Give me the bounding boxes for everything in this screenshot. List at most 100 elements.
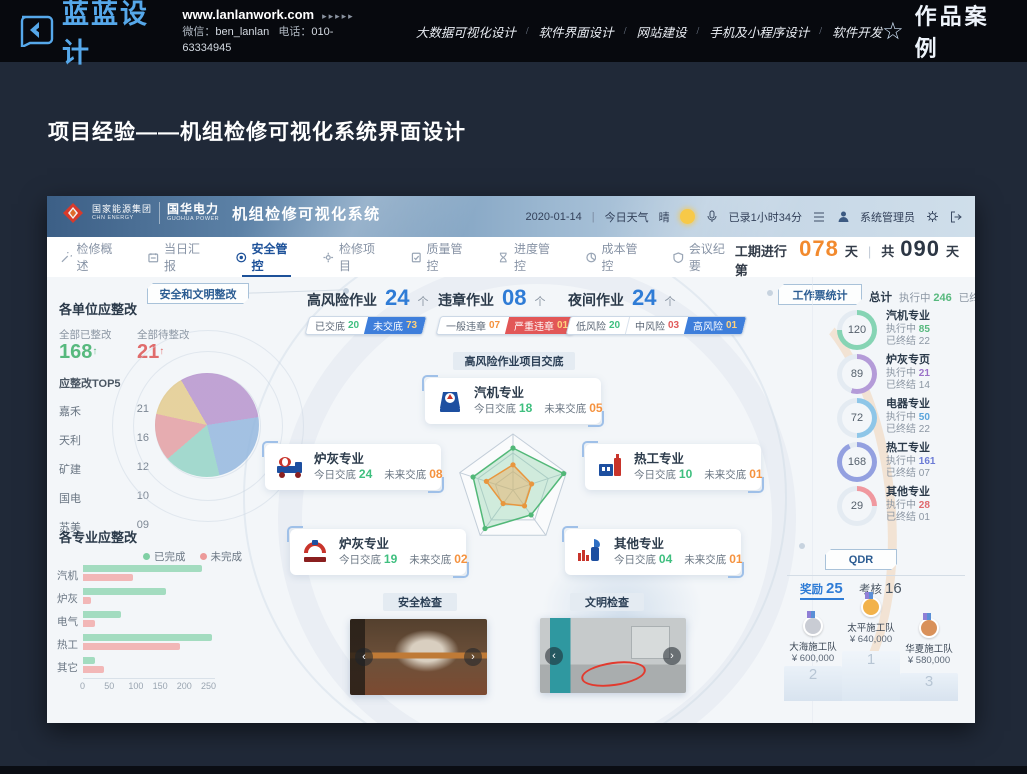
done-label: 全部已整改 (59, 327, 112, 342)
top5-row: 国电10 (59, 490, 149, 506)
safety-civilization-badge: 安全和文明整改 (147, 283, 249, 304)
gold-medal-icon (861, 597, 881, 617)
red-circle-annotation (580, 657, 648, 689)
tab-meeting-minutes[interactable]: 会议纪要 (673, 237, 734, 277)
podium-second: 大海施工队 ¥ 600,000 (784, 616, 842, 664)
arrows-deco: ▸▸▸▸▸ (322, 11, 355, 21)
wechat-value: ben_lanlan (215, 26, 269, 38)
units-rectify-title: 各单位应整改 (59, 299, 137, 318)
site-logo[interactable]: 蓝蓝设计 (18, 0, 166, 70)
tab-progress-control[interactable]: 进度管控 (498, 237, 559, 277)
bar-row: 其它 (83, 657, 213, 673)
tab-daily-report[interactable]: 当日汇报 (148, 237, 209, 277)
bar-legend: 已完成 未完成 (143, 549, 242, 564)
card-thermal: 热工专业 今日交底 10未来交底 01 (585, 444, 761, 490)
done-value: 168↑ (59, 341, 97, 364)
ticket-row-turbine: 120 汽机专业 执行中 85 已终结 22 (837, 310, 972, 350)
current-day: 078 (799, 236, 839, 262)
prev-arrow-button[interactable]: ‹ (545, 647, 563, 665)
scale-icon (435, 386, 465, 416)
ticket-row-ash: 89 炉灰专页 执行中 21 已终结 14 (837, 354, 972, 394)
valve-icon (300, 537, 330, 567)
weather-value: 晴 (659, 209, 670, 225)
service-item: 大数据可视化设计 (416, 22, 516, 41)
services-list: 大数据可视化设计/ 软件界面设计/ 网站建设/ 手机及小程序设计/ 软件开发 (416, 22, 882, 41)
user-icon (836, 210, 850, 224)
ticket-row-electric: 72 电器专业 执行中 50 已终结 22 (837, 398, 972, 438)
card-turbine: 汽机专业 今日交底 18未来交底 05 (425, 378, 601, 424)
site-header: 蓝蓝设计 www.lanlanwork.com▸▸▸▸▸ 微信：ben_lanl… (0, 0, 1027, 62)
reward-podium: 大海施工队 ¥ 600,000 太平施工队 ¥ 640,000 华夏施工队 ¥ … (777, 595, 965, 701)
brand-divider (159, 202, 160, 224)
donut-chart: 72 (837, 398, 877, 438)
rose-chart (155, 373, 259, 477)
tab-safety-control[interactable]: 安全管控 (236, 237, 297, 277)
tab-maintenance-projects[interactable]: 检修项目 (323, 237, 384, 277)
weather-label: 今日天气 (605, 209, 649, 225)
dashboard-header: 国家能源集团 CHN ENERGY 国华电力 GUOHUA POWER 机组检修… (47, 196, 975, 237)
qdr-badge: QDR (825, 549, 897, 570)
donut-chart: 29 (837, 486, 877, 526)
next-arrow-button[interactable]: › (663, 647, 681, 665)
qdr-divider (787, 575, 965, 576)
podium-third: 华夏施工队 ¥ 580,000 (900, 618, 958, 666)
logout-icon[interactable] (949, 210, 963, 224)
service-item: 软件开发 (832, 22, 882, 41)
prev-arrow-button[interactable]: ‹ (355, 648, 373, 666)
chip-group: 一般违章07 严重违章01 (436, 316, 579, 335)
tab-quality-control[interactable]: 质量管控 (411, 237, 472, 277)
card-ash-valve: 炉灰专业 今日交底 19未来交底 02 (290, 529, 466, 575)
sun-icon (680, 209, 695, 224)
bar-row: 热工 (83, 634, 213, 650)
service-item: 网站建设 (636, 22, 686, 41)
stat-violations: 违章作业08个 一般违章07 严重违章01 (438, 285, 576, 335)
portfolio-link[interactable]: ☆ 作品案例 (882, 0, 1005, 63)
bar-category: 其它 (57, 660, 81, 675)
bronze-medal-icon (919, 618, 939, 638)
work-ticket-badge: 工作票统计 (778, 284, 862, 305)
factory-icon (595, 452, 625, 482)
civilization-check-photo: ‹ › (540, 618, 686, 693)
brand-group: 国家能源集团 CHN ENERGY (92, 205, 152, 222)
dashboard-content: 安全和文明整改 各单位应整改 全部已整改 全部待整改 168↑ 21↑ 应整改T… (47, 277, 975, 723)
record-duration: 已录1小时34分 (729, 209, 802, 225)
tab-cost-control[interactable]: 成本管控 (586, 237, 647, 277)
plant-icon (575, 537, 605, 567)
bar-row: 电气 (83, 611, 213, 627)
chn-energy-logo-icon (61, 202, 85, 224)
podium-first: 太平施工队 ¥ 640,000 (842, 597, 900, 645)
specialty-rectify-title: 各专业应整改 (59, 527, 137, 546)
site-url[interactable]: www.lanlanwork.com (182, 7, 314, 22)
bar-category: 电气 (57, 614, 81, 629)
dashboard-nav: 检修概述 当日汇报 安全管控 检修项目 质量管控 进度管控 成本管控 会议纪要 … (47, 237, 975, 278)
mixer-truck-icon (275, 452, 305, 482)
bar-category: 热工 (57, 637, 81, 652)
portfolio-label: 作品案例 (915, 0, 1005, 63)
chip-group: 已交底20 未交底73 (305, 316, 428, 335)
silver-medal-icon (803, 616, 823, 636)
microphone-icon[interactable] (705, 210, 719, 224)
next-arrow-button[interactable]: › (464, 648, 482, 666)
phone-label: 电话： (278, 26, 311, 38)
header-date: 2020-01-14 (526, 211, 582, 223)
brand-block: 国家能源集团 CHN ENERGY 国华电力 GUOHUA POWER 机组检修… (61, 202, 381, 224)
user-name[interactable]: 系统管理员 (860, 209, 915, 225)
tab-overview[interactable]: 检修概述 (61, 237, 122, 277)
bar-category: 炉灰 (57, 591, 81, 606)
list-icon[interactable] (812, 210, 826, 224)
stat-high-risk: 高风险作业24个 已交底20 未交底73 (307, 285, 428, 335)
ticket-row-other: 29 其他专业 执行中 28 已终结 01 (837, 486, 972, 526)
briefing-section-title: 高风险作业项目交底 (453, 352, 575, 370)
dashboard-screenshot: 国家能源集团 CHN ENERGY 国华电力 GUOHUA POWER 机组检修… (47, 196, 975, 723)
safety-check-photo: ‹ › (350, 619, 487, 695)
service-item: 手机及小程序设计 (709, 22, 809, 41)
wechat-label: 微信： (182, 26, 215, 38)
app-title: 机组检修可视化系统 (232, 203, 381, 224)
total-days: 090 (900, 236, 940, 262)
gear-icon[interactable] (925, 210, 939, 224)
page-footer-strip (0, 766, 1027, 774)
ticket-totals: 总计 执行中 246 已终结 281 (869, 289, 975, 305)
brand-company: 国华电力 GUOHUA POWER (167, 203, 219, 223)
safety-check-title: 安全检查 (383, 593, 457, 611)
project-duration: 工期进行第 078 天 | 共 090 天 (735, 236, 959, 279)
